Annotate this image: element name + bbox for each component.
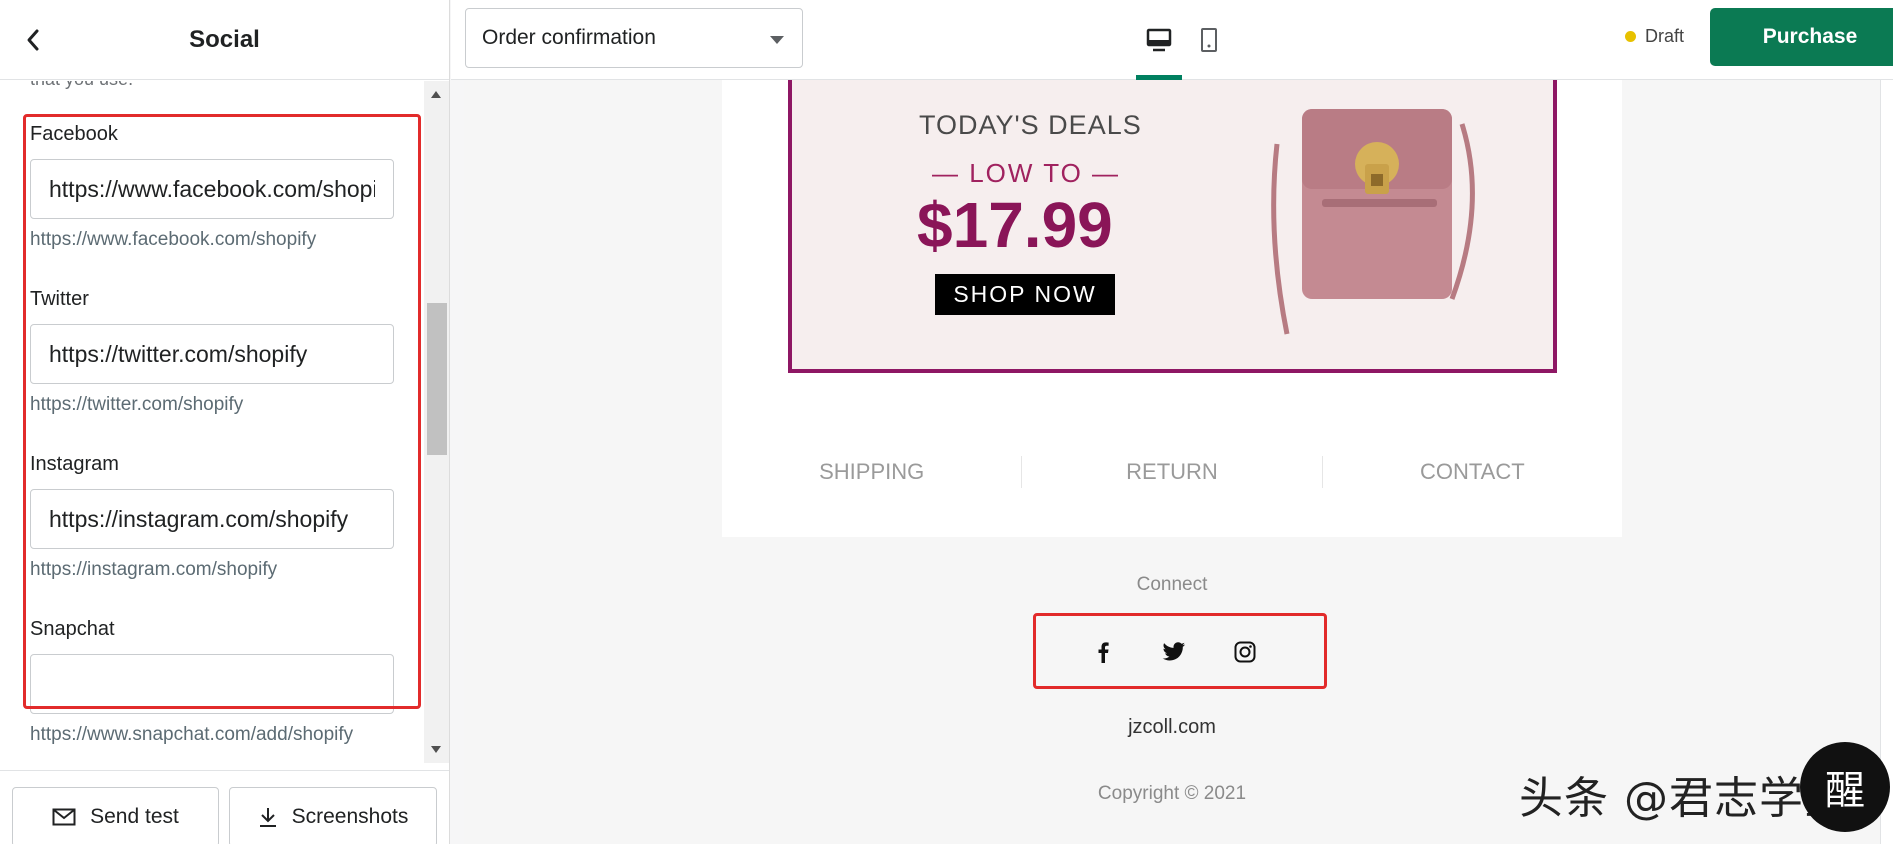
- mobile-icon: [1201, 28, 1217, 52]
- download-icon: [259, 808, 276, 827]
- email-body: TODAY'S DEALS — LOW TO — $17.99 SHOP NOW…: [722, 80, 1622, 537]
- twitter-link[interactable]: [1160, 638, 1188, 666]
- shop-now-button[interactable]: SHOP NOW: [935, 274, 1115, 315]
- twitter-icon: [1162, 642, 1186, 661]
- banner-title: TODAY'S DEALS: [919, 110, 1142, 140]
- scrollbar-thumb[interactable]: [427, 303, 447, 455]
- sidebar-footer: Send test Screenshots: [0, 770, 449, 844]
- instagram-icon: [1234, 641, 1256, 663]
- settings-sidebar: Social that you use. Facebook https://ww…: [0, 0, 450, 844]
- banner-price: $17.99: [917, 189, 1113, 261]
- screenshots-label: Screenshots: [291, 805, 409, 828]
- facebook-link[interactable]: [1089, 638, 1117, 666]
- watermark-logo: 醒: [1800, 742, 1890, 832]
- facebook-label: Facebook: [30, 123, 118, 145]
- deal-banner[interactable]: TODAY'S DEALS — LOW TO — $17.99 SHOP NOW: [788, 80, 1557, 373]
- status-dot: [1625, 31, 1636, 42]
- back-button[interactable]: [18, 22, 48, 58]
- twitter-help-text: https://twitter.com/shopify: [30, 394, 244, 415]
- snapchat-label: Snapchat: [30, 618, 115, 640]
- site-link[interactable]: jzcoll.com: [464, 716, 1880, 739]
- scroll-down-icon[interactable]: [431, 746, 441, 753]
- envelope-icon: [52, 808, 76, 826]
- nav-shipping[interactable]: SHIPPING: [722, 452, 1021, 492]
- connect-heading: Connect: [1136, 574, 1208, 595]
- instagram-label: Instagram: [30, 453, 119, 475]
- instagram-url-input[interactable]: [30, 489, 394, 549]
- send-test-label: Send test: [90, 805, 179, 828]
- purchase-button[interactable]: Purchase: [1710, 8, 1893, 66]
- caret-down-icon: [770, 36, 784, 44]
- status-label: Draft: [1645, 26, 1685, 46]
- social-icons-row: [1089, 638, 1259, 666]
- sidebar-scroll-area: that you use. Facebook https://www.faceb…: [0, 81, 449, 763]
- status-badge: Draft: [1625, 26, 1684, 47]
- instagram-help-text: https://instagram.com/shopify: [30, 559, 278, 580]
- email-footer-nav: SHIPPING RETURN CONTACT: [722, 452, 1622, 492]
- banner-subtitle: — LOW TO —: [932, 158, 1121, 188]
- twitter-url-input[interactable]: [30, 324, 394, 384]
- preview-scrollbar[interactable]: [1880, 80, 1893, 844]
- instagram-link[interactable]: [1231, 638, 1259, 666]
- sidebar-scrollbar[interactable]: [424, 81, 449, 763]
- watermark-text: 头条 @君志学堂: [1519, 773, 1849, 824]
- snapchat-url-input[interactable]: [30, 654, 394, 714]
- facebook-help-text: https://www.facebook.com/shopify: [30, 229, 317, 250]
- nav-return[interactable]: RETURN: [1022, 452, 1321, 492]
- screenshots-button[interactable]: Screenshots: [229, 787, 437, 844]
- email-preview: TODAY'S DEALS — LOW TO — $17.99 SHOP NOW…: [464, 80, 1880, 844]
- sidebar-header: Social: [0, 0, 449, 80]
- top-bar: Order confirmation Draft Purchase: [451, 0, 1893, 80]
- scroll-up-icon[interactable]: [431, 91, 441, 98]
- handbag-image: [1271, 109, 1475, 335]
- section-description: that you use.: [30, 81, 133, 90]
- twitter-label: Twitter: [30, 288, 89, 310]
- desktop-view-button[interactable]: [1136, 12, 1182, 68]
- sidebar-title: Social: [189, 25, 260, 53]
- desktop-icon: [1146, 28, 1172, 52]
- template-select-value: Order confirmation: [482, 26, 656, 49]
- template-select[interactable]: Order confirmation: [465, 8, 803, 68]
- facebook-icon: [1098, 642, 1109, 663]
- nav-contact[interactable]: CONTACT: [1323, 452, 1622, 492]
- send-test-button[interactable]: Send test: [12, 787, 219, 844]
- mobile-view-button[interactable]: [1186, 12, 1232, 68]
- chevron-left-icon: [27, 29, 39, 51]
- facebook-url-input[interactable]: [30, 159, 394, 219]
- snapchat-help-text: https://www.snapchat.com/add/shopify: [30, 724, 354, 745]
